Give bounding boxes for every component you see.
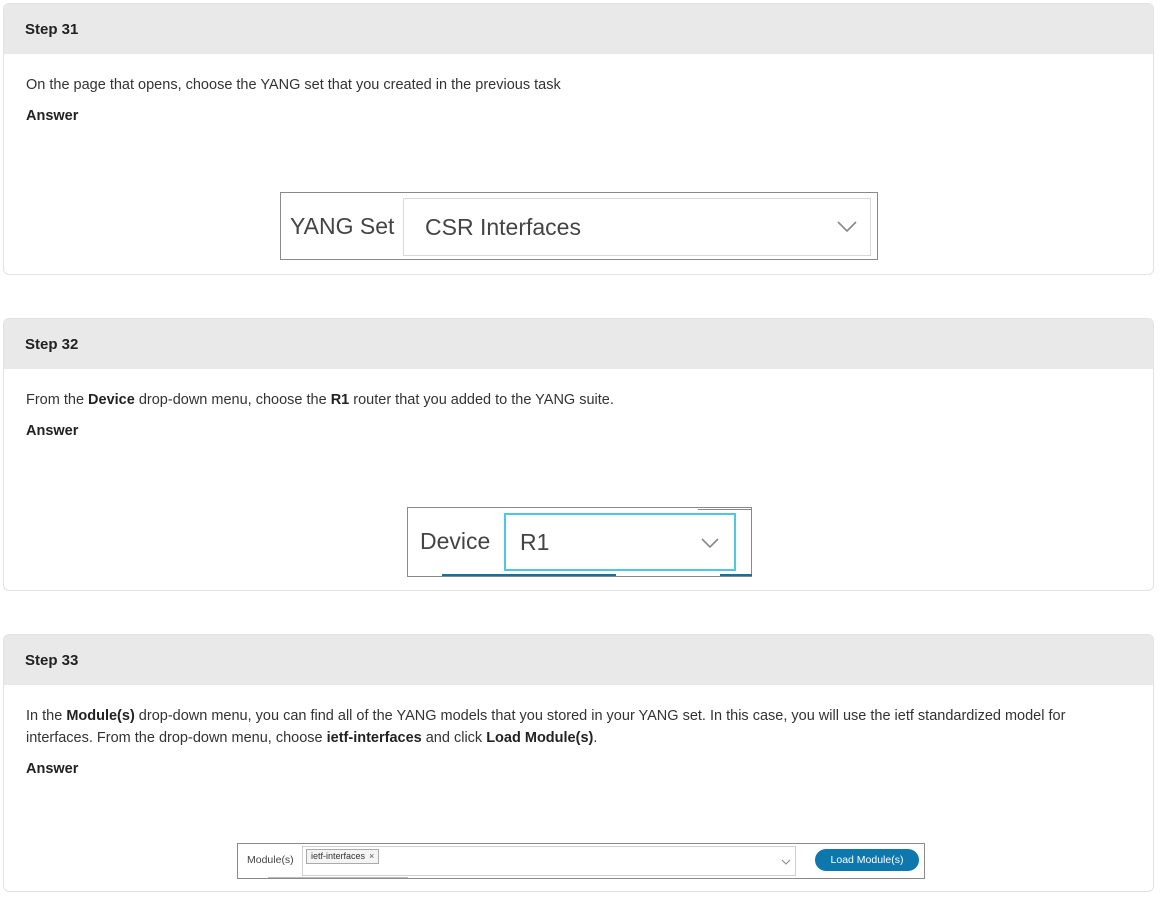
device-label: Device — [420, 528, 491, 554]
step-instruction: From the Device drop-down menu, choose t… — [26, 392, 614, 408]
yang-set-value: CSR Interfaces — [425, 214, 581, 240]
chevron-down-icon — [701, 538, 719, 549]
chevron-down-icon — [837, 221, 857, 233]
module-tag-label: ietf-interfaces — [311, 851, 366, 861]
yang-set-select[interactable]: CSR Interfaces — [403, 198, 871, 256]
answer-label: Answer — [26, 761, 79, 777]
step-instruction: On the page that opens, choose the YANG … — [26, 77, 561, 93]
yang-set-label: YANG Set — [290, 213, 395, 239]
step-card-33: Step 33 In the Module(s) drop-down menu,… — [3, 634, 1154, 892]
answer-label: Answer — [26, 423, 79, 439]
module-tag: ietf-interfaces × — [306, 849, 380, 864]
device-widget: Device R1 — [407, 507, 752, 577]
divider — [698, 509, 751, 510]
step-card-31: Step 31 On the page that opens, choose t… — [3, 3, 1154, 275]
divider — [442, 574, 616, 576]
chevron-down-icon — [781, 859, 791, 865]
close-icon[interactable]: × — [369, 850, 374, 863]
answer-label: Answer — [26, 108, 79, 124]
device-select[interactable]: R1 — [504, 513, 736, 571]
step-header: Step 31 — [4, 4, 1153, 54]
device-value: R1 — [520, 529, 550, 555]
step-card-32: Step 32 From the Device drop-down menu, … — [3, 318, 1154, 591]
divider — [268, 877, 408, 878]
yang-set-widget: YANG Set CSR Interfaces — [280, 192, 878, 260]
modules-label: Module(s) — [247, 854, 294, 866]
load-modules-button[interactable]: Load Module(s) — [815, 849, 919, 871]
step-header: Step 32 — [4, 319, 1153, 369]
step-instruction: In the Module(s) drop-down menu, you can… — [26, 708, 1066, 746]
divider — [720, 574, 752, 576]
step-header: Step 33 — [4, 635, 1153, 685]
modules-select[interactable]: ietf-interfaces × — [302, 846, 796, 876]
modules-widget: Module(s) ietf-interfaces × Load Module(… — [237, 843, 925, 879]
